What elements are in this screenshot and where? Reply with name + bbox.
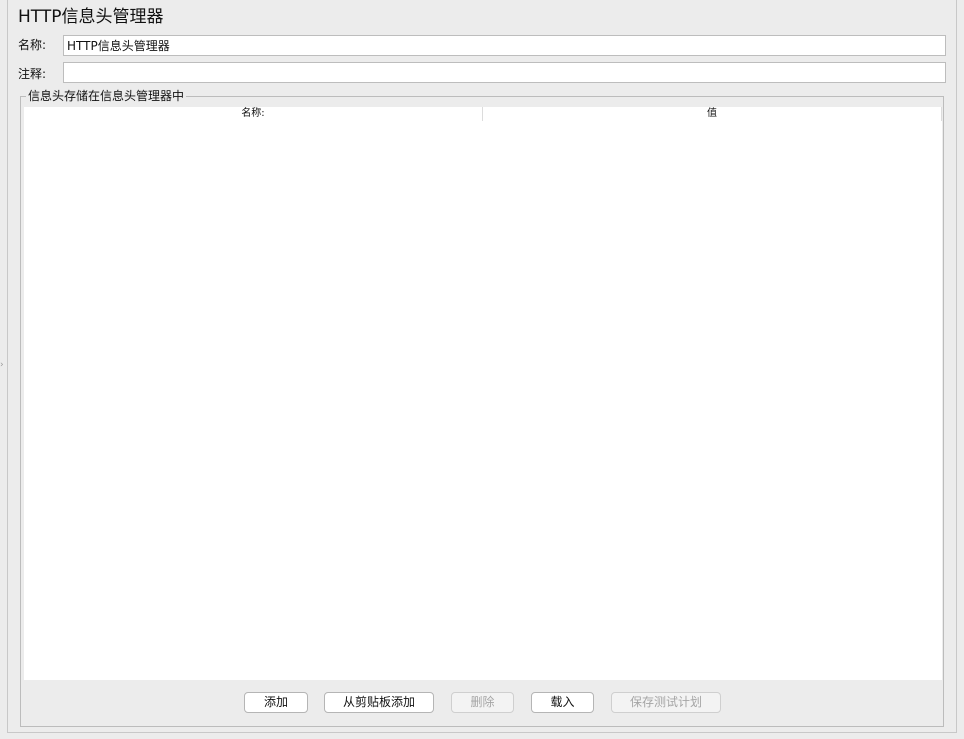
left-gutter: ›: [0, 0, 7, 739]
comment-label: 注释:: [18, 67, 47, 81]
http-header-manager-panel: HTTP信息头管理器 名称: 注释: 信息头存储在信息头管理器中 名称: 值 添…: [7, 0, 957, 733]
load-button[interactable]: 载入: [531, 692, 594, 713]
name-field[interactable]: [63, 35, 946, 56]
add-from-clipboard-button[interactable]: 从剪贴板添加: [324, 692, 434, 713]
add-button[interactable]: 添加: [244, 692, 308, 713]
splitter-handle-icon[interactable]: ›: [0, 358, 5, 372]
table-header: 名称: 值: [24, 107, 942, 121]
delete-button[interactable]: 删除: [451, 692, 514, 713]
right-edge: [957, 0, 964, 739]
button-bar: 添加 从剪贴板添加 删除 载入 保存测试计划: [21, 692, 943, 714]
headers-table[interactable]: 名称: 值: [24, 107, 942, 680]
headers-group: 信息头存储在信息头管理器中 名称: 值 添加 从剪贴板添加 删除 载入 保存测试…: [20, 88, 944, 727]
save-test-plan-button[interactable]: 保存测试计划: [611, 692, 721, 713]
headers-group-legend: 信息头存储在信息头管理器中: [26, 88, 187, 104]
name-label: 名称:: [18, 38, 47, 52]
page-title: HTTP信息头管理器: [18, 7, 164, 27]
column-header-value[interactable]: 值: [483, 107, 942, 121]
comment-field[interactable]: [63, 62, 946, 83]
column-header-name[interactable]: 名称:: [24, 107, 483, 121]
